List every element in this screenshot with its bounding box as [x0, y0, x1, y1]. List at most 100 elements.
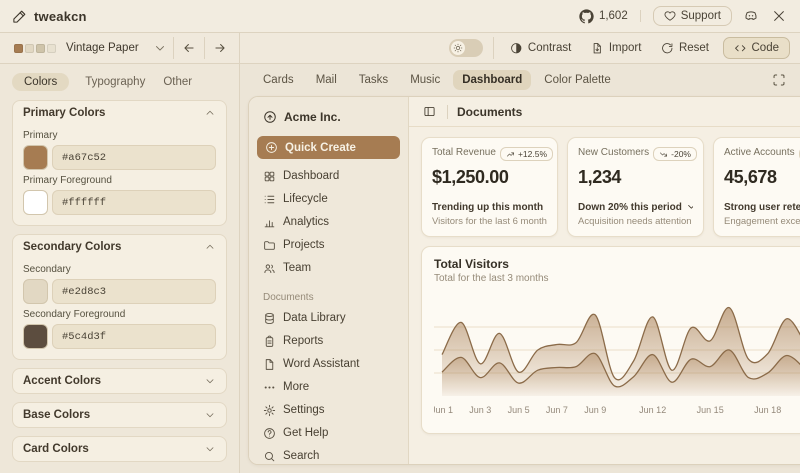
separator [640, 10, 641, 22]
x-tick-label: Jun 15 [697, 405, 724, 415]
contrast-button[interactable]: Contrast [504, 38, 577, 59]
section-toggle[interactable]: Secondary Colors [13, 235, 226, 259]
color-field-label: Secondary [23, 264, 216, 275]
redo-button[interactable] [207, 41, 233, 55]
color-section-accent-colors: Accent Colors [12, 368, 227, 394]
import-button[interactable]: Import [585, 38, 647, 59]
preview-tab-mail[interactable]: Mail [307, 70, 346, 90]
color-sections: Primary Colors Primary #a67c52 Primary Fore… [12, 100, 227, 464]
sidebar-item-reports[interactable]: Reports [257, 330, 400, 352]
stat-footnote: Down 20% this period [578, 202, 693, 213]
color-value-input[interactable]: #ffffff [52, 190, 216, 215]
sidebar-item-analytics[interactable]: Analytics [257, 211, 400, 233]
trend-up-icon [506, 150, 515, 159]
color-value-input[interactable]: #5c4d3f [52, 324, 216, 349]
separator [204, 37, 205, 59]
chevron-up-icon [204, 241, 216, 253]
sidebar-documents-nav: Data LibraryReportsWord AssistantMore [257, 307, 400, 399]
sidebar-item-more[interactable]: More [257, 376, 400, 398]
contrast-icon [510, 42, 523, 55]
quick-create-button[interactable]: Quick Create [257, 136, 400, 159]
stat-footnote: Strong user retention [724, 202, 800, 213]
color-field-label: Secondary Foreground [23, 309, 216, 320]
color-value-input[interactable]: #a67c52 [52, 145, 216, 170]
fullscreen-button[interactable] [772, 73, 786, 87]
sidebar-item-team[interactable]: Team [257, 257, 400, 279]
color-value-input[interactable]: #e2d8c3 [52, 279, 216, 304]
discord-button[interactable] [742, 7, 760, 25]
preview-tab-dashboard[interactable]: Dashboard [453, 70, 531, 90]
color-swatch-picker[interactable] [23, 324, 48, 349]
chevron-up-icon [204, 107, 216, 119]
dark-mode-toggle[interactable] [449, 39, 483, 57]
github-star-count: 1,602 [599, 10, 628, 22]
editor-tab-other[interactable]: Other [161, 73, 194, 91]
sidebar-item-lifecycle[interactable]: Lifecycle [257, 188, 400, 210]
dashboard-icon [263, 170, 276, 183]
color-swatch-picker[interactable] [23, 190, 48, 215]
support-button[interactable]: Support [653, 6, 732, 26]
org-switcher[interactable]: Acme Inc. [257, 105, 400, 129]
sidebar-item-search[interactable]: Search [257, 445, 400, 465]
theme-swatch [14, 44, 23, 53]
file-icon [263, 358, 276, 371]
theme-swatch [47, 44, 56, 53]
preview-tab-cards[interactable]: Cards [254, 70, 303, 90]
sidebar-item-dashboard[interactable]: Dashboard [257, 165, 400, 187]
color-section-base-colors: Base Colors [12, 402, 227, 428]
reset-button[interactable]: Reset [655, 38, 715, 59]
preview-tab-tasks[interactable]: Tasks [350, 70, 397, 90]
editor-tab-colors[interactable]: Colors [12, 73, 69, 91]
github-stars-button[interactable]: 1,602 [579, 9, 628, 24]
help-icon [263, 427, 276, 440]
section-toggle[interactable]: Primary Colors [13, 101, 226, 125]
sidebar-toggle-button[interactable] [421, 103, 438, 120]
stat-card-active-accounts: Active Accounts+12.5%45,678Strong user r… [713, 137, 800, 237]
stat-value: $1,250.00 [432, 167, 547, 188]
panel-left-icon [423, 105, 436, 118]
folder-icon [263, 239, 276, 252]
app-window: tweakcn 1,602 Support Vintage Paper [0, 0, 800, 473]
sidebar-item-get-help[interactable]: Get Help [257, 422, 400, 444]
theme-editor-panel: ColorsTypographyOther Primary ColorsPrim… [0, 64, 240, 473]
section-toggle[interactable]: Card Colors [13, 437, 226, 461]
preview-tabs: CardsMailTasksMusicDashboardColor Palett… [240, 64, 800, 96]
stat-label: Total Revenue [432, 147, 496, 158]
section-toggle[interactable]: Accent Colors [13, 369, 226, 393]
x-tick-label: Jun 5 [508, 405, 530, 415]
stats-row: Total Revenue+12.5%$1,250.00Trending up … [421, 137, 800, 237]
theme-swatch [25, 44, 34, 53]
sidebar-item-data-library[interactable]: Data Library [257, 307, 400, 329]
x-logo-icon [772, 9, 786, 23]
preview-tab-color-palette[interactable]: Color Palette [535, 70, 619, 90]
sidebar-footer-nav: SettingsGet HelpSearch [257, 399, 400, 465]
sidebar-item-projects[interactable]: Projects [257, 234, 400, 256]
x-twitter-button[interactable] [770, 7, 788, 25]
stat-card-new-customers: New Customers-20%1,234Down 20% this peri… [567, 137, 704, 237]
dashboard-main: Documents Total Revenue+12.5%$1,250.00Tr… [409, 97, 800, 464]
app-title: tweakcn [34, 9, 87, 24]
editor-tab-typography[interactable]: Typography [83, 73, 147, 91]
sidebar-item-word-assistant[interactable]: Word Assistant [257, 353, 400, 375]
section-toggle[interactable]: Base Colors [13, 403, 226, 427]
preview-tab-music[interactable]: Music [401, 70, 449, 90]
color-field-label: Primary [23, 130, 216, 141]
theme-toolbar: Vintage Paper Contrast Import Reset [0, 33, 800, 64]
color-swatch-picker[interactable] [23, 145, 48, 170]
stat-value: 1,234 [578, 167, 693, 188]
theme-selector[interactable]: Vintage Paper [10, 38, 171, 58]
code-button[interactable]: Code [723, 37, 790, 60]
trend-badge: +12.5% [500, 147, 553, 161]
sidebar-group-label: Documents [263, 292, 394, 303]
search-icon [263, 450, 276, 463]
color-field-label: Primary Foreground [23, 175, 216, 186]
undo-button[interactable] [176, 41, 202, 55]
sidebar-item-settings[interactable]: Settings [257, 399, 400, 421]
code-icon [734, 42, 747, 55]
analytics-icon [263, 216, 276, 229]
x-tick-label: Jun 9 [584, 405, 606, 415]
app-logo[interactable]: tweakcn [12, 9, 87, 24]
color-swatch-picker[interactable] [23, 279, 48, 304]
import-file-icon [591, 42, 604, 55]
report-icon [263, 335, 276, 348]
